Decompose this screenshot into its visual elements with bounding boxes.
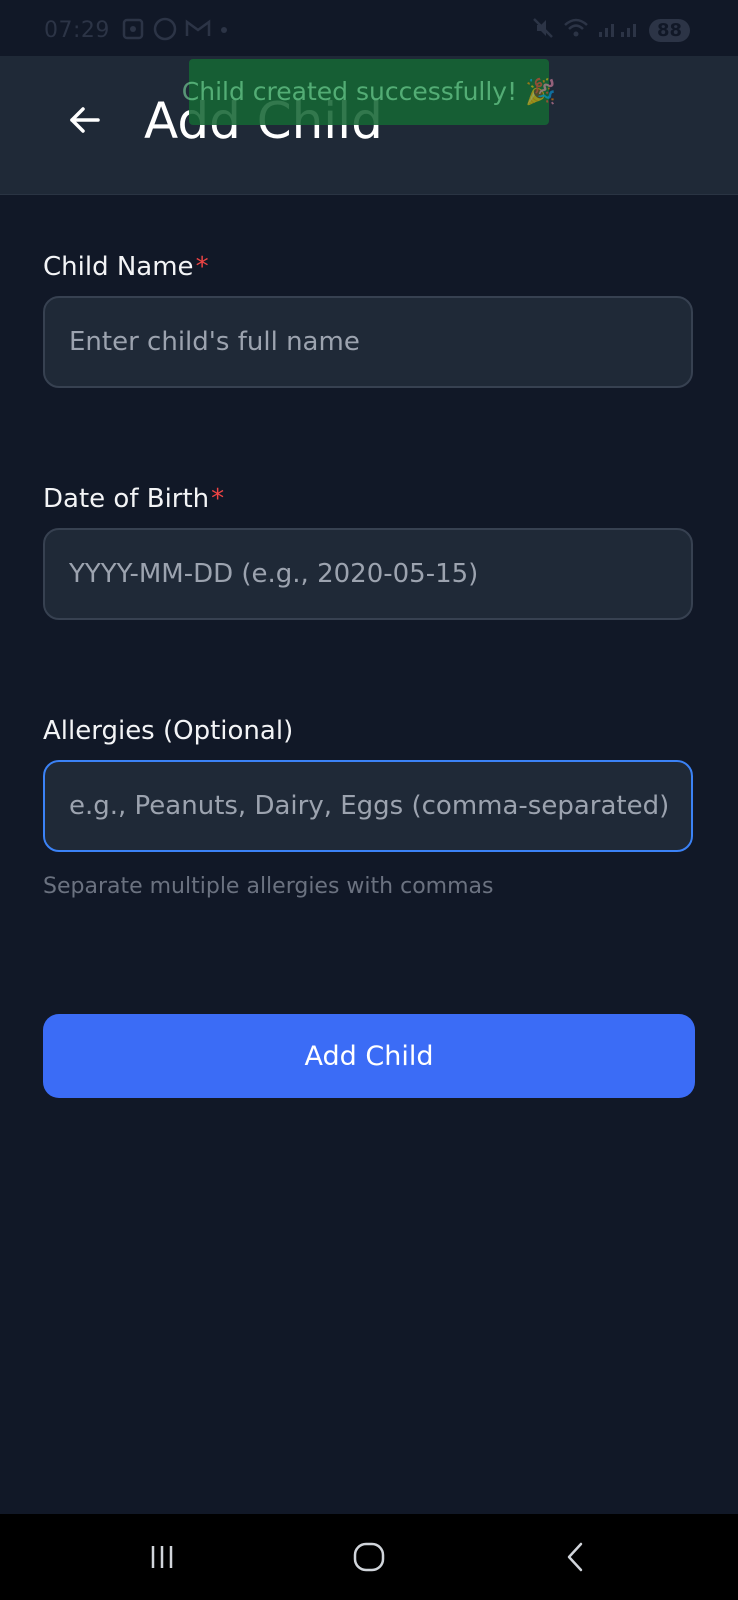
system-icons: 88 (531, 16, 690, 45)
recents-button[interactable] (132, 1534, 192, 1580)
notification-icons (120, 16, 230, 48)
status-bar: 07:29 88 (0, 0, 738, 56)
allergies-label: Allergies (Optional) (43, 716, 293, 746)
signal-icon (597, 17, 641, 44)
home-button[interactable] (339, 1534, 399, 1580)
back-button[interactable] (60, 96, 108, 144)
child-name-label-text: Child Name (43, 252, 194, 282)
gmail-icon (184, 16, 212, 48)
whatsapp-icon (152, 16, 178, 48)
nav-back-button[interactable] (546, 1534, 606, 1580)
child-name-label: Child Name* (43, 252, 209, 282)
system-nav-bar (0, 1514, 738, 1600)
screenshot-icon (120, 16, 146, 48)
date-of-birth-input[interactable] (43, 528, 693, 620)
dot-icon (218, 16, 230, 48)
allergies-helper-text: Separate multiple allergies with commas (43, 874, 494, 899)
child-name-input[interactable] (43, 296, 693, 388)
toast-message: Child created successfully! 🎉 (181, 77, 557, 106)
allergies-input[interactable] (43, 760, 693, 852)
wifi-icon (563, 17, 589, 44)
recents-icon (151, 1546, 173, 1568)
required-marker: * (195, 252, 209, 282)
arrow-left-icon (70, 107, 100, 133)
date-of-birth-label-text: Date of Birth (43, 484, 210, 514)
mute-icon (531, 16, 555, 45)
battery-indicator: 88 (648, 19, 690, 42)
allergies-label-text: Allergies (Optional) (43, 716, 294, 746)
nav-back-icon (567, 1542, 583, 1572)
success-toast: Child created successfully! 🎉 (182, 59, 556, 125)
add-child-button[interactable]: Add Child (43, 1014, 695, 1098)
date-of-birth-label: Date of Birth* (43, 484, 224, 514)
home-icon (353, 1542, 385, 1572)
status-time: 07:29 (44, 18, 110, 43)
required-marker: * (211, 484, 225, 514)
